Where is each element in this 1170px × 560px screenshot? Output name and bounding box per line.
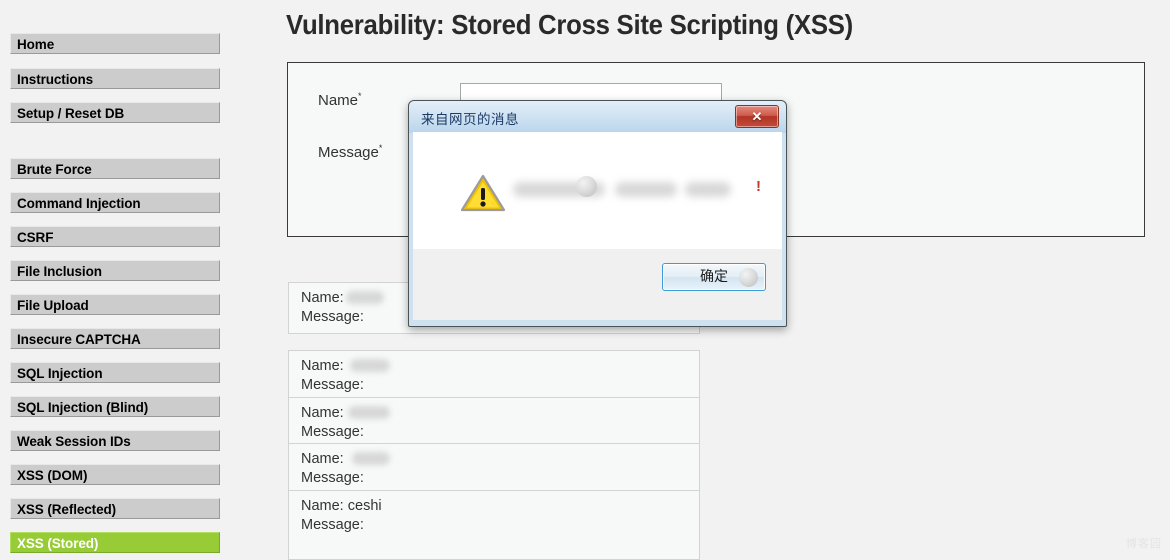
guestbook-entry-name-line: Name:: [301, 357, 699, 376]
message-field-label: Message*: [318, 143, 383, 161]
sidebar: Home Instructions Setup / Reset DB Brute…: [0, 0, 248, 554]
guestbook-entry-name-line: Name: ceshi: [301, 498, 382, 514]
sidebar-item-weak-session-ids[interactable]: Weak Session IDs: [10, 430, 220, 451]
sidebar-item-label: Weak Session IDs: [17, 434, 131, 449]
sidebar-item-xss-reflected[interactable]: XSS (Reflected): [10, 498, 220, 519]
required-marker: *: [358, 91, 362, 101]
ok-button[interactable]: 确定: [662, 263, 766, 291]
sidebar-item-label: Command Injection: [17, 196, 141, 211]
redacted-message-part: [685, 182, 731, 197]
guestbook-entry-message-line: Message:: [301, 424, 364, 440]
guestbook-entry-message-line: Message:: [301, 470, 364, 486]
sidebar-item-xss-dom[interactable]: XSS (DOM): [10, 464, 220, 485]
sidebar-item-sql-injection[interactable]: SQL Injection: [10, 362, 220, 383]
close-icon-glyph: ✕: [751, 109, 763, 124]
warning-triangle-icon: [461, 174, 505, 212]
guestbook-entry: Name: ceshi Message:: [288, 490, 700, 560]
guestbook-entry-name-line: Name:: [301, 404, 699, 423]
sidebar-item-command-injection[interactable]: Command Injection: [10, 192, 220, 213]
redacted-name: [347, 405, 390, 419]
sidebar-item-label: Brute Force: [17, 162, 92, 177]
name-field-label: Name*: [318, 91, 362, 109]
sidebar-item-brute-force[interactable]: Brute Force: [10, 158, 220, 179]
guestbook-entry-name-line: Name:: [301, 450, 699, 469]
redacted-message-part: [513, 182, 605, 197]
guestbook-entry: Name: Message:: [288, 350, 700, 402]
guestbook-entry-message-line: Message:: [301, 377, 364, 393]
close-icon[interactable]: ✕: [735, 105, 779, 128]
sidebar-item-label: XSS (DOM): [17, 468, 88, 483]
sidebar-item-label: CSRF: [17, 230, 54, 245]
dialog-footer: 确定: [413, 249, 782, 320]
webpage-message-dialog: 来自网页的消息 ✕ ! 确定: [408, 100, 787, 327]
sidebar-item-label: Setup / Reset DB: [17, 106, 125, 121]
dialog-title: 来自网页的消息: [421, 112, 519, 128]
sidebar-item-home[interactable]: Home: [10, 33, 220, 54]
guestbook-entry-name: ceshi: [347, 498, 382, 514]
sidebar-item-label: Insecure CAPTCHA: [17, 332, 141, 347]
dialog-message-exclamation: !: [756, 178, 761, 195]
sidebar-item-file-inclusion[interactable]: File Inclusion: [10, 260, 220, 281]
sidebar-item-label: Instructions: [17, 72, 94, 87]
sidebar-item-insecure-captcha[interactable]: Insecure CAPTCHA: [10, 328, 220, 349]
redacted-name: [345, 290, 384, 304]
watermark: 博客园: [1126, 538, 1162, 550]
guestbook-entry: Name: Message:: [288, 397, 700, 449]
redacted-message-part: [615, 182, 677, 197]
dialog-body: !: [413, 132, 782, 249]
dialog-title-bar[interactable]: 来自网页的消息 ✕: [409, 101, 786, 133]
sidebar-item-label: Home: [17, 37, 55, 52]
page-title: Vulnerability: Stored Cross Site Scripti…: [286, 9, 853, 40]
dialog-message: !: [513, 178, 763, 202]
sidebar-item-label: XSS (Reflected): [17, 502, 117, 517]
required-marker: *: [378, 143, 383, 153]
sidebar-item-file-upload[interactable]: File Upload: [10, 294, 220, 315]
sidebar-item-csrf[interactable]: CSRF: [10, 226, 220, 247]
guestbook-entry: Name: Message:: [288, 443, 700, 495]
sidebar-item-label: XSS (Stored): [17, 536, 99, 551]
sidebar-item-instructions[interactable]: Instructions: [10, 68, 220, 89]
sidebar-item-xss-stored[interactable]: XSS (Stored): [10, 532, 220, 553]
sidebar-item-sql-injection-blind[interactable]: SQL Injection (Blind): [10, 396, 220, 417]
sidebar-item-label: SQL Injection (Blind): [17, 400, 149, 415]
sidebar-item-label: File Inclusion: [17, 264, 102, 279]
ok-button-label: 确定: [700, 269, 728, 285]
guestbook-entry-message-line: Message:: [301, 517, 364, 533]
sidebar-item-setup-reset-db[interactable]: Setup / Reset DB: [10, 102, 220, 123]
redacted-name: [349, 358, 390, 372]
redacted-name: [351, 451, 390, 465]
sidebar-item-label: SQL Injection: [17, 366, 103, 381]
sidebar-item-label: File Upload: [17, 298, 89, 313]
